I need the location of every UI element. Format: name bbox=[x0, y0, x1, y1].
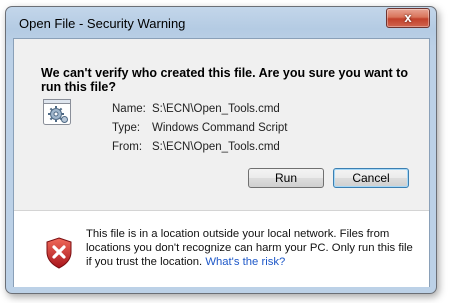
file-name-row: Name: S:\ECN\Open_Tools.cmd bbox=[112, 103, 280, 115]
red-shield-x-icon bbox=[46, 237, 72, 269]
file-name-label: Name: bbox=[112, 103, 146, 115]
file-type-label: Type: bbox=[112, 122, 141, 134]
warning-message: This file is in a location outside your … bbox=[86, 227, 421, 269]
window-title: Open File - Security Warning bbox=[19, 16, 186, 31]
file-from-label: From: bbox=[112, 141, 143, 153]
file-type-value: Windows Command Script bbox=[152, 122, 288, 134]
dialog-main-panel: We can't verify who created this file. A… bbox=[14, 39, 429, 209]
file-type-row: Type: Windows Command Script bbox=[112, 122, 287, 134]
script-file-gear-icon bbox=[43, 99, 71, 125]
cancel-button[interactable]: Cancel bbox=[333, 168, 409, 188]
dialog-body: We can't verify who created this file. A… bbox=[13, 38, 430, 287]
security-warning-window: Open File - Security Warning x We can't … bbox=[5, 6, 437, 294]
file-from-row: From: S:\ECN\Open_Tools.cmd bbox=[112, 141, 280, 153]
run-button[interactable]: Run bbox=[248, 168, 324, 188]
whats-the-risk-link[interactable]: What's the risk? bbox=[205, 256, 285, 268]
file-name-value: S:\ECN\Open_Tools.cmd bbox=[152, 103, 280, 115]
close-button[interactable]: x bbox=[386, 8, 430, 28]
warning-panel: This file is in a location outside your … bbox=[14, 210, 429, 287]
close-icon: x bbox=[404, 10, 412, 25]
security-question: We can't verify who created this file. A… bbox=[41, 66, 408, 94]
file-from-value: S:\ECN\Open_Tools.cmd bbox=[152, 141, 280, 153]
title-bar[interactable]: Open File - Security Warning x bbox=[6, 7, 436, 37]
